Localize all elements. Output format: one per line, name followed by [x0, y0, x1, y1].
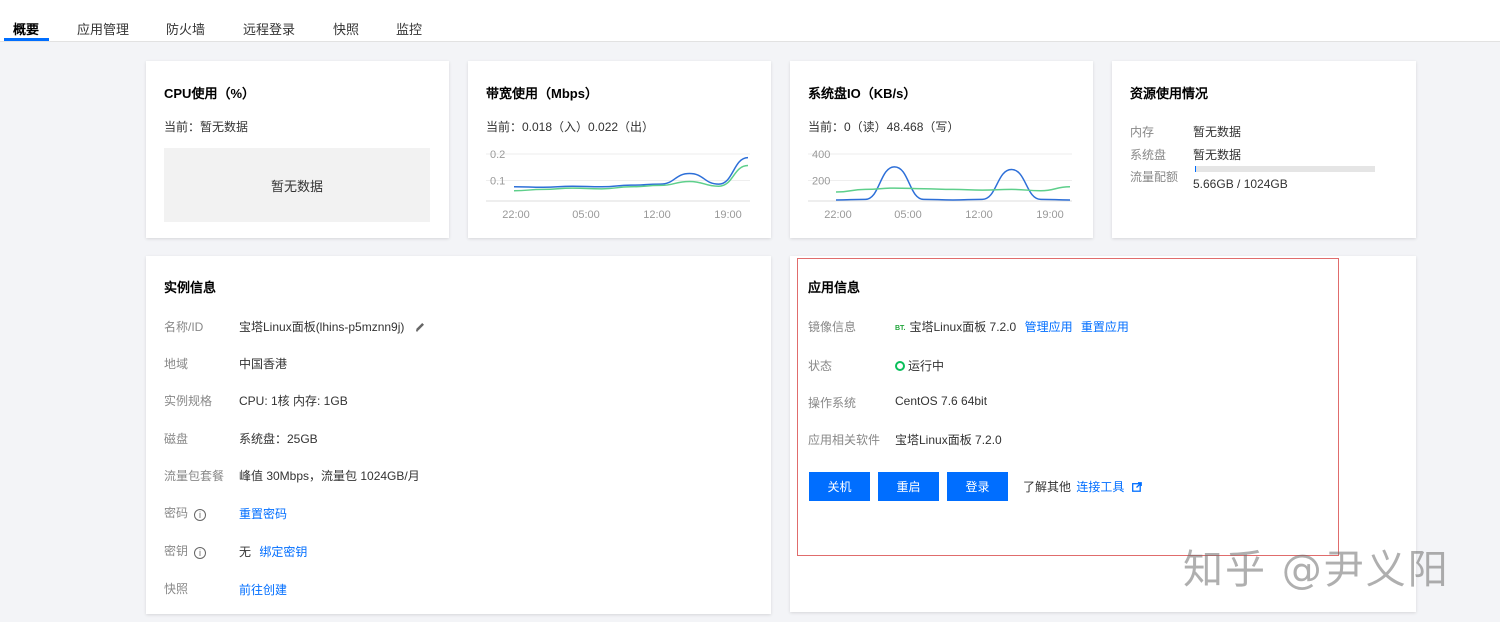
- tab-app-management[interactable]: 应用管理: [77, 19, 129, 38]
- image-info-value: BT. 宝塔Linux面板 7.2.0 管理应用 重置应用: [895, 318, 1129, 335]
- bandwidth-x-tick-label: 19:00: [714, 209, 742, 221]
- edit-pencil-icon[interactable]: [414, 321, 426, 336]
- region-value: 中国香港: [239, 357, 288, 371]
- disk-label: 系统盘: [1130, 148, 1167, 162]
- image-info-label: 镜像信息: [808, 320, 857, 334]
- info-icon[interactable]: i: [194, 547, 207, 559]
- instance-name-label: 名称/ID: [164, 320, 204, 334]
- password-label: 密码 i: [164, 504, 207, 521]
- cpu-card-title: CPU使用（%）: [164, 86, 256, 101]
- memory-value: 暂无数据: [1193, 125, 1242, 139]
- traffic-quota-label: 流量配额: [1130, 170, 1179, 184]
- zhihu-watermark: 知乎 @尹义阳: [1183, 547, 1450, 593]
- bandwidth-x-tick-label: 12:00: [643, 209, 671, 221]
- bandwidth-x-tick-label: 22:00: [502, 209, 530, 221]
- connection-tool-link[interactable]: 连接工具: [1076, 480, 1124, 494]
- memory-label: 内存: [1130, 125, 1155, 139]
- image-name-text: 宝塔Linux面板 7.2.0: [909, 320, 1017, 334]
- bandwidth-chart[interactable]: 0.2 0.1 22:00 05:00 12:00 19:00: [468, 61, 771, 238]
- disk-io-card: 系统盘IO（KB/s） 当前：0（读）48.468（写） 400 200 22:00…: [790, 61, 1093, 238]
- diskio-series-line-0: [835, 166, 1071, 201]
- running-status-icon: [895, 361, 905, 371]
- key-label: 密钥 i: [164, 542, 207, 559]
- diskio-x-tick-label: 12:00: [965, 209, 993, 221]
- instance-info-card: 实例信息 名称/ID 宝塔Linux面板(lhins-p5mznn9j) 地域 …: [146, 256, 771, 614]
- info-icon[interactable]: i: [194, 509, 207, 521]
- traffic-quota-fill: [1195, 166, 1196, 172]
- diskio-series-line-1: [835, 186, 1071, 193]
- software-value: 宝塔Linux面板 7.2.0: [895, 433, 1002, 447]
- cpu-nodata-placeholder: 暂无数据: [164, 148, 430, 222]
- diskio-y-tick-label: 400: [812, 149, 830, 161]
- reset-app-link[interactable]: 重置应用: [1081, 320, 1129, 334]
- status-value: 运行中: [895, 357, 944, 374]
- disk-io-chart[interactable]: 400 200 22:00 05:00 12:00 19:00: [790, 61, 1093, 238]
- status-label: 状态: [808, 359, 833, 373]
- instance-name-text: 宝塔Linux面板(lhins-p5mznn9j): [239, 320, 405, 334]
- bind-key-link[interactable]: 绑定密钥: [259, 545, 307, 559]
- password-label-text: 密码: [164, 506, 189, 520]
- bandwidth-series-line-0: [513, 156, 749, 189]
- resources-card-title: 资源使用情况: [1130, 86, 1209, 101]
- software-label: 应用相关软件: [808, 433, 881, 447]
- learn-more-text: 了解其他 连接工具: [1023, 478, 1142, 495]
- tab-overview[interactable]: 概要: [13, 19, 39, 38]
- bandwidth-y-tick-label: 0.1: [490, 176, 505, 188]
- snapshot-label: 快照: [164, 582, 189, 596]
- spec-label: 实例规格: [164, 394, 213, 408]
- cpu-nodata-text: 暂无数据: [270, 178, 323, 194]
- traffic-package-value: 峰值 30Mbps，流量包 1024GB/月: [239, 469, 420, 483]
- login-button[interactable]: 登录: [947, 472, 1008, 501]
- os-label: 操作系统: [808, 396, 857, 410]
- bt-logo: BT.: [895, 325, 906, 332]
- key-value: 无 绑定密钥: [239, 543, 307, 560]
- disk-info-label: 磁盘: [164, 432, 189, 446]
- reset-password-link[interactable]: 重置密码: [239, 505, 287, 522]
- learn-more-label: 了解其他: [1023, 480, 1072, 494]
- tab-snapshot[interactable]: 快照: [333, 19, 359, 38]
- disk-info-value: 系统盘：25GB: [239, 432, 318, 446]
- bandwidth-y-tick-label: 0.2: [490, 149, 505, 161]
- status-text: 运行中: [908, 359, 945, 373]
- cpu-usage-card: CPU使用（%） 当前：暂无数据 暂无数据: [146, 61, 449, 238]
- active-tab-indicator: [4, 38, 49, 41]
- restart-button[interactable]: 重启: [878, 472, 939, 501]
- tab-remote-login[interactable]: 远程登录: [243, 19, 295, 38]
- diskio-x-tick-label: 05:00: [894, 209, 922, 221]
- traffic-quota-bar: [1195, 166, 1375, 172]
- instance-card-title: 实例信息: [164, 280, 217, 295]
- bandwidth-usage-card: 带宽使用（Mbps） 当前：0.018（入）0.022（出） 0.2 0.1 22:…: [468, 61, 771, 238]
- cpu-current-value: 当前：暂无数据: [164, 120, 249, 134]
- instance-name-value: 宝塔Linux面板(lhins-p5mznn9j): [239, 318, 426, 336]
- bandwidth-x-tick-label: 05:00: [572, 209, 600, 221]
- diskio-x-tick-label: 19:00: [1036, 209, 1064, 221]
- diskio-y-tick-label: 200: [812, 176, 830, 188]
- region-label: 地域: [164, 357, 189, 371]
- spec-value: CPU: 1核 内存: 1GB: [239, 394, 348, 408]
- key-value-text: 无: [239, 545, 252, 559]
- create-snapshot-link[interactable]: 前往创建: [239, 581, 287, 598]
- key-label-text: 密钥: [164, 544, 189, 558]
- disk-value: 暂无数据: [1193, 148, 1242, 162]
- traffic-package-label: 流量包套餐: [164, 469, 225, 483]
- tab-firewall[interactable]: 防火墙: [166, 19, 205, 38]
- resource-usage-card: 资源使用情况 内存 暂无数据 系统盘 暂无数据 流量配额 5.66GB / 10…: [1112, 61, 1416, 238]
- manage-app-link[interactable]: 管理应用: [1025, 320, 1073, 334]
- app-card-title: 应用信息: [808, 280, 861, 295]
- diskio-x-tick-label: 22:00: [824, 209, 852, 221]
- os-value: CentOS 7.6 64bit: [895, 394, 988, 408]
- shutdown-button[interactable]: 关机: [809, 472, 870, 501]
- tab-monitor[interactable]: 监控: [396, 19, 422, 38]
- top-tab-bar: 概要 应用管理 防火墙 远程登录 快照 监控: [0, 0, 1500, 42]
- external-link-icon[interactable]: [1131, 481, 1142, 495]
- traffic-quota-value: 5.66GB / 1024GB: [1193, 177, 1288, 191]
